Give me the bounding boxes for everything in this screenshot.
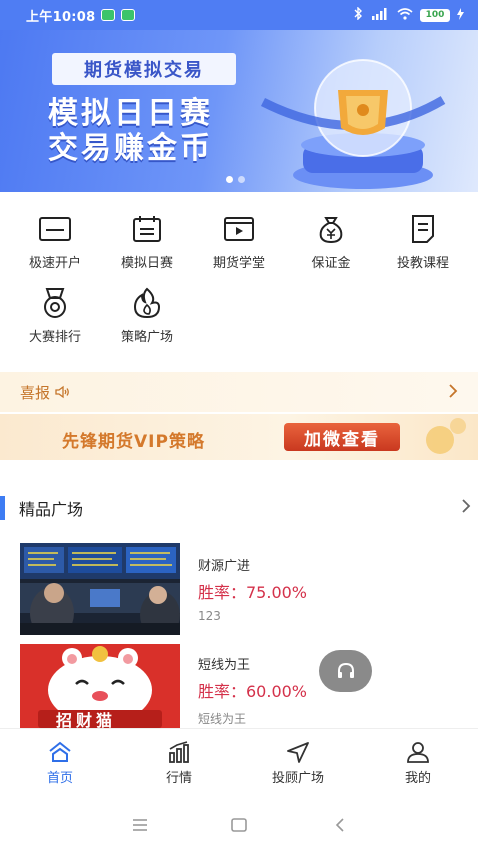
card-win-rate: 胜率：60.00% xyxy=(198,682,308,701)
section-accent-bar xyxy=(0,496,5,520)
notice-bar[interactable]: 喜报 xyxy=(0,372,478,412)
signal-icon xyxy=(370,7,390,23)
quick-action-daily-contest[interactable]: 模拟日赛 xyxy=(102,212,192,282)
quick-action-futures-school[interactable]: 期货学堂 xyxy=(194,212,284,282)
tab-label: 投顾广场 xyxy=(271,771,324,786)
tab-home[interactable]: 首页 xyxy=(5,741,115,786)
video-icon xyxy=(221,212,257,246)
banner-pager xyxy=(226,176,245,183)
system-navigation-bar xyxy=(0,800,478,850)
chevron-right-icon[interactable] xyxy=(448,383,458,402)
card-win-rate: 胜率：75.00% xyxy=(198,583,308,602)
status-bar: 上午10:08 100 xyxy=(0,0,478,30)
card-thumbnail-trading-floor xyxy=(20,543,180,635)
home-square-icon[interactable] xyxy=(228,814,250,836)
section-header: 精品广场 xyxy=(0,494,478,522)
tab-profile[interactable]: 我的 xyxy=(363,741,473,786)
wechat-icon xyxy=(121,9,136,21)
quick-action-ranking[interactable]: 大赛排行 xyxy=(10,286,100,356)
vip-promo-banner[interactable]: 先锋期货VIP策略 加微查看 xyxy=(0,414,478,460)
back-icon[interactable] xyxy=(329,814,351,836)
tab-advisor-square[interactable]: 投顾广场 xyxy=(243,741,353,786)
banner-headline-2: 交易赚金币 xyxy=(48,131,213,166)
section-title: 精品广场 xyxy=(19,500,84,519)
coin-decoration-icon xyxy=(426,418,466,454)
quick-action-label: 策略广场 xyxy=(120,330,173,345)
notice-title: 喜报 xyxy=(20,383,51,402)
wifi-icon xyxy=(397,7,413,23)
menu-icon[interactable] xyxy=(129,814,151,836)
thumbnail-caption: 招财猫 xyxy=(56,711,117,728)
tab-label: 行情 xyxy=(165,771,192,786)
card-subtitle: 123 xyxy=(198,609,221,623)
bluetooth-icon xyxy=(354,6,363,23)
strategy-card[interactable]: 财源广进 胜率：75.00% 123 xyxy=(20,543,460,635)
promo-text: 先锋期货VIP策略 xyxy=(62,432,205,452)
notification-icon xyxy=(101,9,116,21)
card-name: 财源广进 xyxy=(198,559,251,574)
quick-action-label: 极速开户 xyxy=(28,256,81,271)
promo-button[interactable]: 加微查看 xyxy=(284,423,400,451)
chart-icon xyxy=(167,741,191,763)
trophy-crystal-illustration xyxy=(260,59,446,189)
medal-icon xyxy=(37,286,73,320)
calendar-icon xyxy=(129,212,165,246)
quick-action-margin[interactable]: 保证金 xyxy=(286,212,376,282)
document-icon xyxy=(405,212,441,246)
card-thumbnail-lucky-cat: 招财猫 xyxy=(20,644,180,728)
chevron-right-icon[interactable] xyxy=(460,498,472,518)
card-icon xyxy=(37,212,73,246)
quick-action-strategy-square[interactable]: 策略广场 xyxy=(102,286,192,356)
pager-dot[interactable] xyxy=(238,176,245,183)
battery-icon: 100 xyxy=(420,8,450,22)
bottom-tab-bar: 首页 行情 投顾广场 我的 xyxy=(0,728,478,792)
quick-action-courses[interactable]: 投教课程 xyxy=(378,212,468,282)
flame-icon xyxy=(129,286,165,320)
tab-label: 我的 xyxy=(404,771,431,786)
user-icon xyxy=(406,741,430,763)
quick-action-label: 大赛排行 xyxy=(28,330,81,345)
speaker-icon xyxy=(54,385,70,399)
status-right: 100 xyxy=(354,6,464,23)
quick-action-label: 保证金 xyxy=(311,256,351,271)
headset-icon xyxy=(336,661,356,681)
quick-action-label: 模拟日赛 xyxy=(120,256,173,271)
quick-action-label: 期货学堂 xyxy=(212,256,265,271)
strategy-card[interactable]: 招财猫 短线为王 胜率：60.00% 短线为王 xyxy=(20,644,460,728)
navigation-arrow-icon xyxy=(286,741,310,763)
money-bag-icon xyxy=(313,212,349,246)
tab-label: 首页 xyxy=(46,771,73,786)
promo-banner[interactable]: 期货模拟交易 模拟日日赛 交易赚金币 xyxy=(0,30,478,192)
status-time: 上午10:08 xyxy=(26,9,96,25)
customer-service-button[interactable] xyxy=(319,650,372,692)
card-subtitle: 短线为王 xyxy=(198,712,247,726)
card-name: 短线为王 xyxy=(198,658,251,673)
home-icon xyxy=(48,741,72,763)
tab-market[interactable]: 行情 xyxy=(124,741,234,786)
banner-tag: 期货模拟交易 xyxy=(52,53,236,85)
pager-dot[interactable] xyxy=(226,176,233,183)
charging-icon xyxy=(457,7,464,23)
quick-action-label: 投教课程 xyxy=(396,256,449,271)
quick-action-open-account[interactable]: 极速开户 xyxy=(10,212,100,282)
